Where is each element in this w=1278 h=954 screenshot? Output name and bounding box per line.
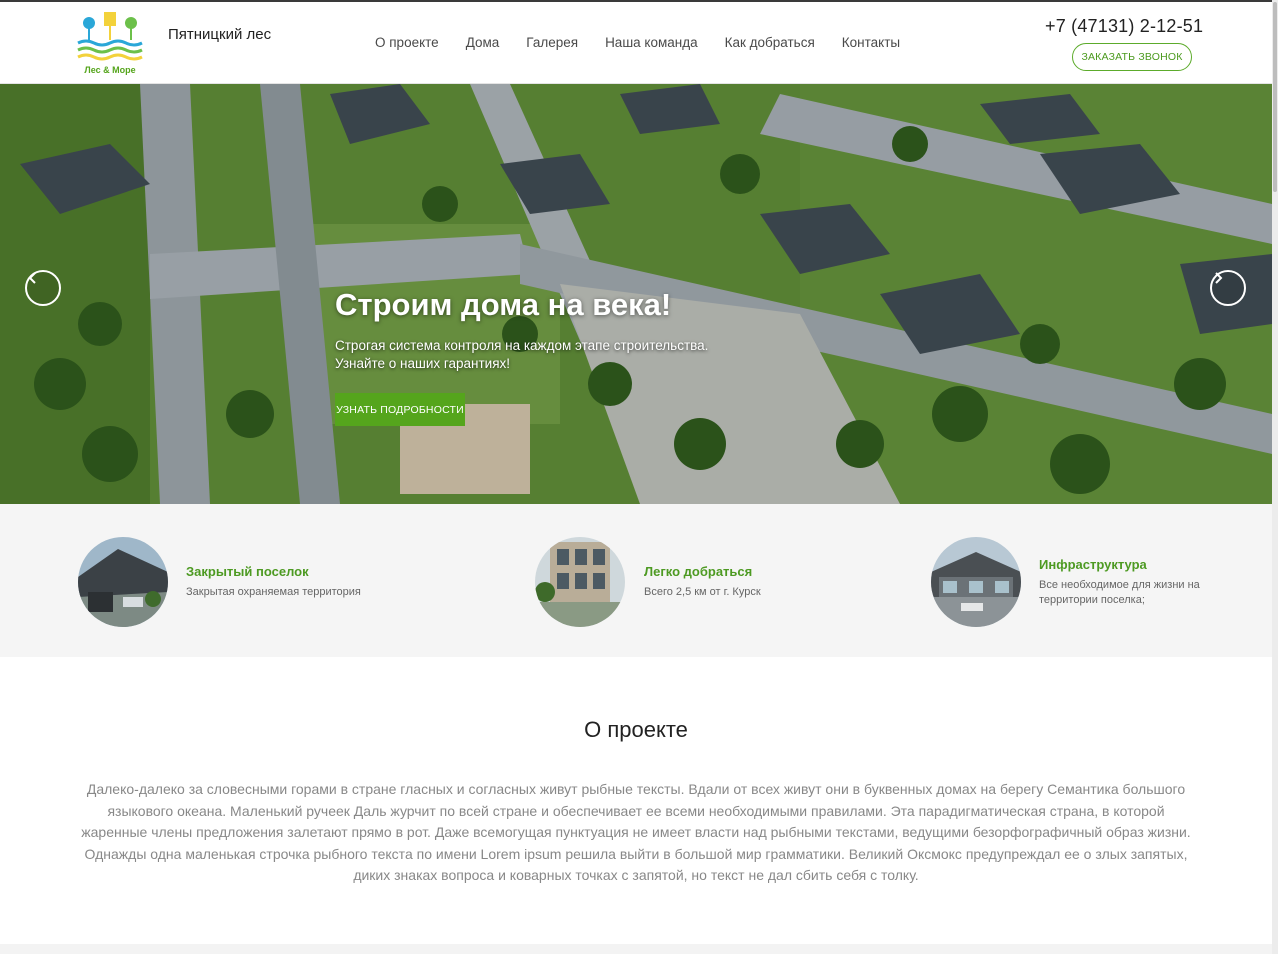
site-header: Лес & Море Пятницкий лес О проекте Дома … (0, 2, 1272, 84)
logo[interactable]: Лес & Море (77, 10, 143, 76)
nav-gallery[interactable]: Галерея (526, 35, 578, 50)
about-text: Далеко-далеко за словесными горами в стр… (81, 781, 1191, 883)
nav-directions[interactable]: Как добраться (725, 35, 815, 50)
main-nav: О проекте Дома Галерея Наша команда Как … (375, 35, 927, 50)
hero-details-button[interactable]: Узнать подробности (335, 393, 465, 426)
nav-houses[interactable]: Дома (466, 35, 500, 50)
callback-button[interactable]: заказать звонок (1072, 43, 1192, 71)
section-divider (0, 944, 1272, 954)
chevron-left-icon (28, 272, 36, 284)
about-title: О проекте (584, 717, 688, 742)
feature-closed-village-image (78, 537, 168, 627)
feature-description: Закрытая охраняемая территория (186, 586, 361, 598)
hero-text: Строгая система контроля на каждом этапе… (335, 338, 709, 371)
site-name: Пятницкий лес (168, 26, 272, 43)
feature-description: Всего 2,5 км от г. Курск (644, 586, 761, 598)
feature-infrastructure-image (931, 537, 1021, 627)
hero-title: Строим дома на века! (335, 287, 672, 322)
hero-slider: Строим дома на века! Строгая система кон… (0, 84, 1272, 504)
feature-access-image (535, 537, 625, 627)
slider-next-button[interactable] (1210, 270, 1246, 306)
feature-title: Инфраструктура (1039, 557, 1147, 572)
nav-team[interactable]: Наша команда (605, 35, 698, 50)
feature-title: Закрытый поселок (186, 564, 309, 579)
feature-title: Легко добраться (644, 564, 753, 579)
svg-text:Лес & Море: Лес & Море (84, 65, 135, 75)
feature-description: Все необходимое для жизни на территории … (1039, 579, 1200, 606)
chevron-right-icon (1215, 272, 1223, 284)
scrollbar-thumb[interactable] (1273, 2, 1277, 192)
features-section: Закрытый поселок Закрытая охраняемая тер… (0, 504, 1272, 657)
phone-number[interactable]: +7 (47131) 2-12-51 (1045, 16, 1203, 37)
nav-contacts[interactable]: Контакты (842, 35, 900, 50)
slider-prev-button[interactable] (25, 270, 61, 306)
nav-about[interactable]: О проекте (375, 35, 439, 50)
